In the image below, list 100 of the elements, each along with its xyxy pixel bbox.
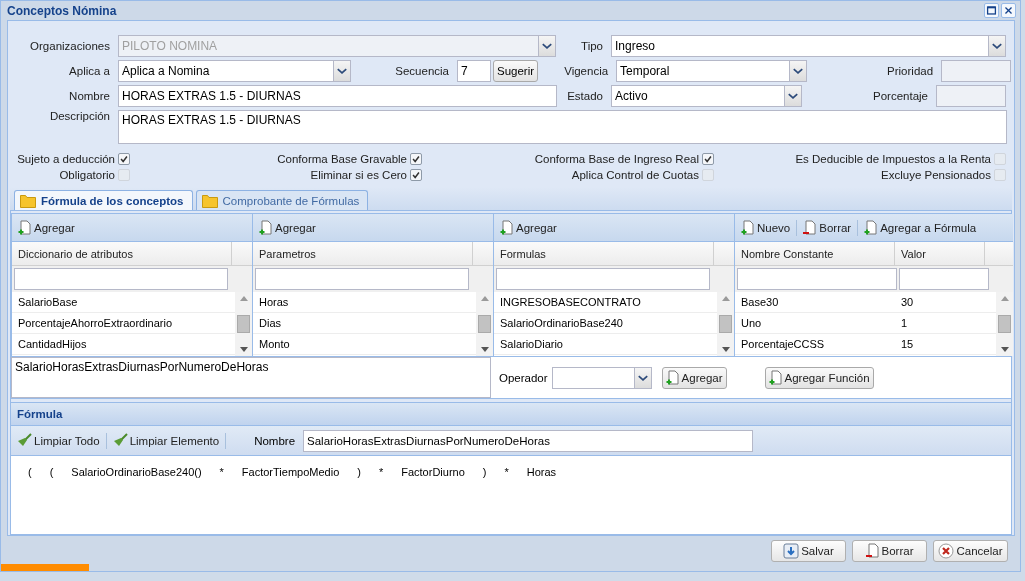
footer-button[interactable]: Cancelar xyxy=(933,540,1008,562)
table-cell[interactable]: Base30 xyxy=(735,292,895,313)
table-cell[interactable]: INGRESOBASECONTRATO xyxy=(494,292,717,313)
formula-token[interactable]: ) xyxy=(473,466,496,479)
checkbox[interactable] xyxy=(994,169,1006,182)
type-select[interactable]: Ingreso xyxy=(611,35,1006,58)
filter-input[interactable] xyxy=(899,268,989,291)
scrollbar[interactable] xyxy=(476,292,493,357)
operator-select[interactable] xyxy=(551,366,652,389)
applies-to-select[interactable]: Aplica a Nomina xyxy=(118,60,351,83)
footer-button[interactable]: Borrar xyxy=(852,540,927,562)
operator-label: Operador xyxy=(499,371,548,384)
formula-token[interactable]: FactorDiurno xyxy=(392,466,474,479)
sequence-input[interactable]: 7 xyxy=(457,60,491,83)
scrollbar[interactable] xyxy=(996,292,1013,357)
checkbox[interactable] xyxy=(118,153,130,166)
dropdown-caret-icon xyxy=(784,86,801,107)
folder-icon xyxy=(20,193,36,208)
dropdown-caret-icon xyxy=(538,36,555,57)
window-title: Conceptos Nómina xyxy=(7,3,117,18)
field-label: Vigencia xyxy=(563,65,610,78)
table-cell[interactable]: PorcentajeAhorroExtraordinario xyxy=(12,313,235,334)
table-cell[interactable]: SalarioBase xyxy=(12,292,235,313)
table-cell[interactable]: SalarioDiario xyxy=(494,334,717,355)
footer-button[interactable]: Salvar xyxy=(771,540,846,562)
formula-token[interactable]: ( xyxy=(19,466,41,479)
dropdown-caret-icon xyxy=(988,36,1005,57)
expression-textarea[interactable]: SalarioHorasExtrasDiurnasPorNumeroDeHoras xyxy=(11,357,491,399)
checkbox-label: Es Deducible de Impuestos a la Renta xyxy=(795,153,991,166)
table-cell[interactable]: SalarioOrdinarioBase240 xyxy=(494,313,717,334)
status-select[interactable]: Activo xyxy=(611,85,802,108)
document-plus-icon xyxy=(18,219,32,236)
filter-input[interactable] xyxy=(255,268,469,291)
field-label: Estado xyxy=(566,90,604,103)
checkbox-label: Eliminar si es Cero xyxy=(310,169,407,182)
clear-button[interactable]: Limpiar Elemento xyxy=(110,431,222,451)
name-input[interactable]: HORAS EXTRAS 1.5 - DIURNAS xyxy=(118,85,557,108)
field-label: Secuencia xyxy=(394,65,450,78)
scrollbar[interactable] xyxy=(717,292,734,357)
checkbox[interactable] xyxy=(702,169,714,182)
formula-token[interactable]: * xyxy=(495,466,518,479)
dropdown-caret-icon xyxy=(633,367,651,388)
add-button[interactable]: Agregar Función xyxy=(764,366,874,389)
toolbar-button[interactable]: Borrar xyxy=(801,217,854,238)
checkbox-label: Obligatorio xyxy=(59,169,115,182)
table-cell[interactable]: Monto xyxy=(253,334,476,355)
toolbar-button[interactable]: Agregar xyxy=(16,217,77,238)
close-icon[interactable] xyxy=(1001,3,1016,19)
suggest-button[interactable]: Sugerir xyxy=(493,60,539,83)
column-header[interactable]: Valor xyxy=(895,242,985,266)
filter-input[interactable] xyxy=(737,268,897,291)
table-cell[interactable]: Uno xyxy=(735,313,895,334)
formula-token[interactable]: ) xyxy=(348,466,370,479)
formula-token[interactable]: FactorTiempoMedio xyxy=(232,466,349,479)
panel-title: Fórmula xyxy=(17,408,63,421)
field-label: Nombre xyxy=(254,434,296,447)
formula-token[interactable]: * xyxy=(369,466,393,479)
table-cell[interactable]: Horas xyxy=(253,292,476,313)
tab[interactable]: Comprobante de Fórmulas xyxy=(195,190,369,211)
checkbox[interactable] xyxy=(118,169,130,182)
add-button[interactable]: Agregar xyxy=(661,366,727,389)
description-textarea[interactable]: HORAS EXTRAS 1.5 - DIURNAS xyxy=(118,110,1007,145)
field-label: Tipo xyxy=(580,40,604,53)
checkbox[interactable] xyxy=(994,153,1006,166)
toolbar-button[interactable]: Agregar xyxy=(257,217,318,238)
formula-token[interactable]: * xyxy=(210,466,233,479)
dropdown-caret-icon xyxy=(789,61,807,82)
toolbar-button[interactable]: Nuevo xyxy=(739,217,793,238)
checkbox[interactable] xyxy=(410,153,422,166)
checkbox-label: Conforma Base Gravable xyxy=(277,153,407,166)
checkbox-label: Aplica Control de Cuotas xyxy=(571,169,699,182)
table-cell[interactable]: CantidadHijos xyxy=(12,334,235,355)
tab[interactable]: Fórmula de los conceptos xyxy=(14,190,193,211)
folder-icon xyxy=(201,193,218,208)
toolbar-button[interactable]: Agregar xyxy=(498,217,559,238)
table-cell[interactable]: 30 xyxy=(895,292,985,313)
column-header[interactable]: Nombre Constante xyxy=(735,242,895,266)
table-cell[interactable]: PorcentajeCCSS xyxy=(735,334,895,355)
checkbox[interactable] xyxy=(702,153,714,166)
field-label: Prioridad xyxy=(886,65,935,78)
scrollbar[interactable] xyxy=(235,292,252,357)
filter-input[interactable] xyxy=(496,268,710,291)
maximize-icon[interactable] xyxy=(984,3,999,19)
table-cell[interactable]: 15 xyxy=(895,334,985,355)
checkbox-label: Excluye Pensionados xyxy=(881,169,991,182)
document-plus-icon xyxy=(864,219,879,236)
validity-select[interactable]: Temporal xyxy=(616,60,808,83)
cancel-icon xyxy=(938,543,955,559)
toolbar-button[interactable]: Agregar a Fórmula xyxy=(862,217,979,238)
table-cell[interactable]: 1 xyxy=(895,313,985,334)
checkbox[interactable] xyxy=(410,169,422,182)
document-plus-icon xyxy=(259,219,273,236)
formula-token[interactable]: ( xyxy=(40,466,63,479)
formula-token[interactable]: SalarioOrdinarioBase240() xyxy=(62,466,211,479)
checkbox-label: Sujeto a deducción xyxy=(17,153,115,166)
clear-button[interactable]: Limpiar Todo xyxy=(15,431,102,451)
table-cell[interactable]: Dias xyxy=(253,313,476,334)
name-input[interactable]: SalarioHorasExtrasDiurnasPorNumeroDeHoras xyxy=(303,429,754,452)
filter-input[interactable] xyxy=(14,268,228,291)
formula-token[interactable]: Horas xyxy=(517,466,566,479)
